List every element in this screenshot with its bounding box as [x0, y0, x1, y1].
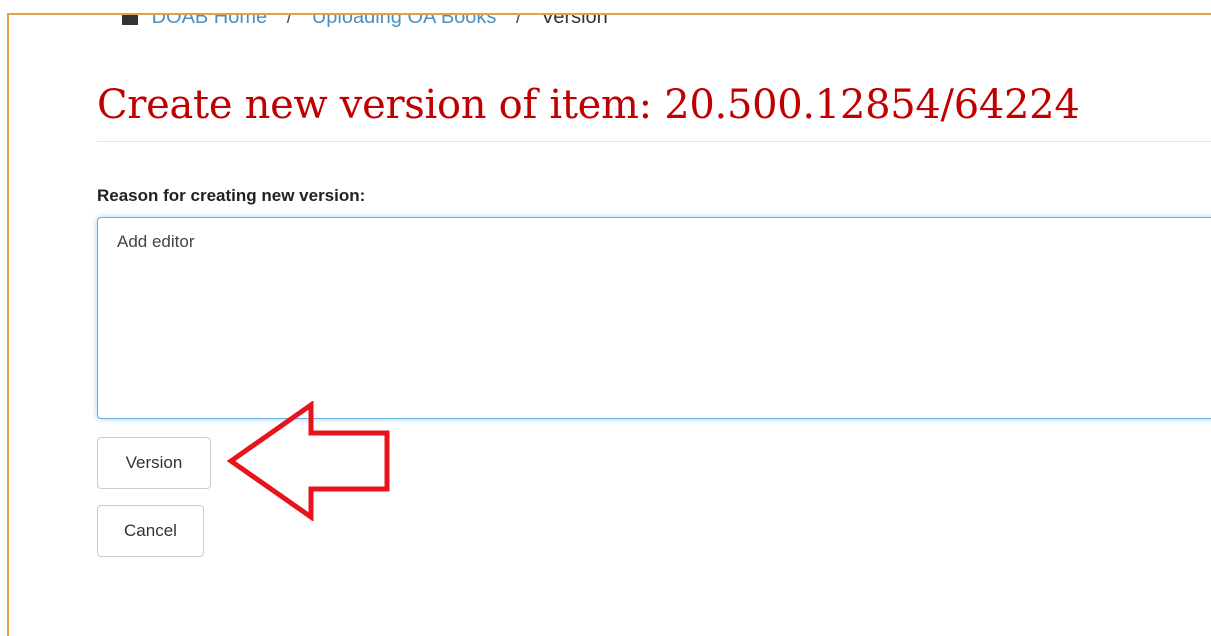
breadcrumb-separator: / — [515, 13, 522, 28]
annotation-arrow-icon — [227, 401, 390, 521]
cancel-button[interactable]: Cancel — [97, 505, 204, 557]
breadcrumb-current: Version — [541, 13, 608, 28]
title-divider — [97, 141, 1211, 142]
content-frame: DOAB Home / Uploading OA Books / Version… — [7, 13, 1211, 636]
breadcrumb-home-link[interactable]: DOAB Home — [152, 15, 268, 28]
breadcrumb-separator: / — [286, 13, 293, 28]
page-title: Create new version of item: 20.500.12854… — [97, 82, 1080, 128]
breadcrumb-collection-link[interactable]: Uploading OA Books — [312, 15, 497, 28]
version-button[interactable]: Version — [97, 437, 211, 489]
home-icon[interactable] — [122, 15, 138, 25]
reason-textarea[interactable]: Add editor — [97, 217, 1211, 419]
breadcrumb: DOAB Home / Uploading OA Books / Version — [122, 13, 608, 29]
reason-label: Reason for creating new version: — [97, 186, 366, 205]
